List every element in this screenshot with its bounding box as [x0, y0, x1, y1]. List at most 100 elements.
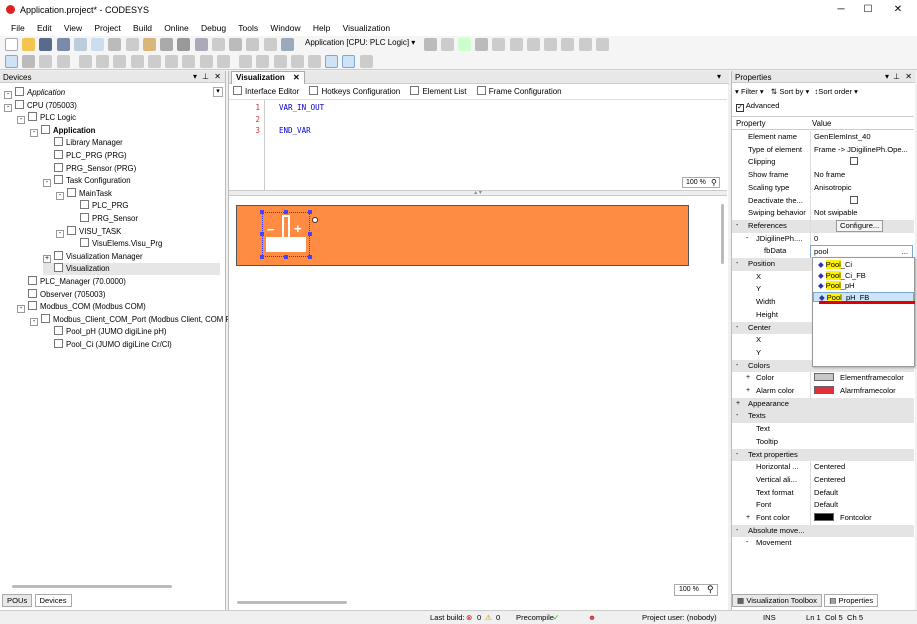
- collapse-icon[interactable]: -: [736, 449, 738, 462]
- subtab-element-list[interactable]: Element List: [410, 86, 466, 96]
- filter-button[interactable]: ▾ Filter ▾: [735, 87, 764, 96]
- property-row[interactable]: - References Configure...: [732, 219, 914, 233]
- property-row[interactable]: + Font color Fontcolor: [732, 512, 914, 525]
- property-row[interactable]: + Alarm color Alarmframecolor: [732, 385, 914, 398]
- layout-a-icon[interactable]: [325, 55, 339, 68]
- menu-edit[interactable]: Edit: [32, 20, 57, 36]
- tabs-menu-icon[interactable]: ▾: [717, 72, 721, 81]
- tree-item[interactable]: PLC_Manager (70.0000): [17, 276, 126, 288]
- replace-icon[interactable]: [194, 38, 208, 51]
- close-panel-icon[interactable]: ✕: [905, 72, 912, 81]
- paste-icon[interactable]: [142, 38, 156, 51]
- property-value[interactable]: Configure...: [810, 219, 913, 233]
- layout-b-icon[interactable]: [342, 55, 356, 68]
- start-icon[interactable]: [458, 38, 471, 51]
- redo-icon[interactable]: [91, 38, 105, 51]
- tab-visualization-toolbox[interactable]: ▦ Visualization Toolbox: [732, 594, 822, 607]
- tab-devices[interactable]: Devices: [34, 594, 72, 607]
- grid-icon[interactable]: [307, 55, 321, 68]
- color-swatch[interactable]: [814, 373, 834, 382]
- property-row[interactable]: Show frame No frame: [732, 169, 914, 182]
- tab-visualization[interactable]: Visualization ✕: [231, 71, 305, 84]
- property-value[interactable]: Default: [810, 499, 913, 512]
- tree-item[interactable]: PRG_Sensor: [69, 213, 138, 225]
- property-value[interactable]: Default: [810, 486, 913, 500]
- same-size-icon[interactable]: [216, 55, 230, 68]
- user-icon[interactable]: ☻: [588, 611, 596, 624]
- property-row[interactable]: - JDigilinePh.... 0: [732, 232, 914, 246]
- delete-icon[interactable]: [160, 38, 174, 51]
- property-row[interactable]: Font Default: [732, 499, 914, 512]
- device-icon[interactable]: [280, 38, 294, 51]
- pin-icon[interactable]: ⊥: [202, 72, 209, 81]
- tree-item[interactable]: Visualization: [43, 263, 220, 276]
- tree-item[interactable]: VisuElems.Visu_Prg: [69, 238, 162, 250]
- autocomplete-popup[interactable]: ◆ Pool_Ci ◆ Pool_Ci_FB ◆ Pool_pH ◆ Pool_pH_FB: [812, 257, 915, 367]
- build-icon[interactable]: [229, 38, 243, 51]
- undo-icon[interactable]: [73, 38, 87, 51]
- autocomplete-item[interactable]: ◆ Pool_Ci_FB: [813, 270, 914, 282]
- resize-handle[interactable]: [308, 210, 312, 214]
- bookmark-icon[interactable]: [211, 38, 225, 51]
- expand-icon[interactable]: +: [736, 398, 740, 411]
- visu-canvas[interactable]: − +: [229, 197, 721, 597]
- pin-icon[interactable]: ⊥: [893, 72, 900, 81]
- collapse-icon[interactable]: -: [736, 322, 738, 335]
- tree-item[interactable]: - Task Configuration: [43, 175, 131, 188]
- property-row[interactable]: Clipping: [732, 156, 914, 170]
- breakpoint-icon[interactable]: [509, 38, 523, 51]
- code-text[interactable]: VAR_IN_OUT END_VAR: [279, 102, 324, 137]
- rotate-handle[interactable]: [312, 217, 318, 223]
- write-values-icon[interactable]: [578, 38, 592, 51]
- property-value[interactable]: No frame: [810, 169, 913, 182]
- collapse-icon[interactable]: -: [56, 229, 64, 238]
- one-backward-icon[interactable]: [290, 55, 304, 68]
- property-value[interactable]: [810, 156, 913, 170]
- align-center-v-icon[interactable]: [165, 55, 179, 68]
- logout-icon[interactable]: [440, 38, 454, 51]
- same-width-icon[interactable]: [182, 55, 196, 68]
- property-value[interactable]: Fontcolor: [810, 512, 913, 525]
- tree-item[interactable]: PRG_Sensor (PRG): [43, 162, 136, 175]
- autocomplete-item[interactable]: ◆ Pool_pH: [813, 281, 914, 292]
- collapse-icon[interactable]: -: [736, 360, 738, 373]
- find-icon[interactable]: [177, 38, 191, 51]
- property-row[interactable]: + Color Elementframecolor: [732, 372, 914, 385]
- property-row[interactable]: Text: [732, 423, 914, 436]
- property-row[interactable]: Swiping behavior Not swipable: [732, 207, 914, 220]
- expand-icon[interactable]: +: [746, 385, 750, 398]
- tree-item[interactable]: - VISU_TASK: [56, 225, 121, 238]
- property-value[interactable]: Centered: [810, 473, 913, 487]
- collapse-icon[interactable]: -: [736, 258, 738, 271]
- property-row[interactable]: Tooltip: [732, 436, 914, 449]
- align-center-h-icon[interactable]: [147, 55, 161, 68]
- subtab-frame-configuration[interactable]: Frame Configuration: [476, 86, 562, 96]
- property-value[interactable]: Alarmframecolor: [810, 385, 913, 398]
- property-value[interactable]: Not swipable: [810, 207, 913, 220]
- property-row[interactable]: - Text properties: [732, 448, 914, 462]
- tab-properties[interactable]: ▤ Properties: [824, 594, 879, 607]
- collapse-icon[interactable]: -: [746, 233, 748, 246]
- color-swatch[interactable]: [814, 513, 834, 521]
- resize-handle[interactable]: [308, 232, 312, 236]
- group-icon[interactable]: [39, 55, 53, 68]
- collapse-icon[interactable]: -: [4, 103, 12, 112]
- select-mode-icon[interactable]: [5, 55, 18, 68]
- collapse-icon[interactable]: -: [30, 317, 38, 326]
- resize-handle[interactable]: [284, 210, 288, 214]
- property-row[interactable]: Text format Default: [732, 486, 914, 500]
- step-over-icon[interactable]: [526, 38, 540, 51]
- layout-c-icon[interactable]: [359, 55, 373, 68]
- bring-front-icon[interactable]: [239, 55, 253, 68]
- tree-item[interactable]: Pool_Ci (JUMO digiLine Cr/Cl): [43, 339, 172, 351]
- menu-tools[interactable]: Tools: [233, 20, 263, 36]
- collapse-icon[interactable]: -: [56, 191, 64, 200]
- property-value[interactable]: Centered: [810, 461, 913, 474]
- chevron-down-icon[interactable]: ▾: [411, 38, 415, 47]
- precompile-ok-icon[interactable]: ✓: [553, 611, 559, 624]
- align-left-icon[interactable]: [78, 55, 92, 68]
- reset-icon[interactable]: [492, 38, 506, 51]
- minimize-button[interactable]: ─: [826, 0, 856, 20]
- sortorder-button[interactable]: ↕Sort order ▾: [814, 87, 857, 96]
- splitter[interactable]: ▴ ▾: [229, 190, 727, 196]
